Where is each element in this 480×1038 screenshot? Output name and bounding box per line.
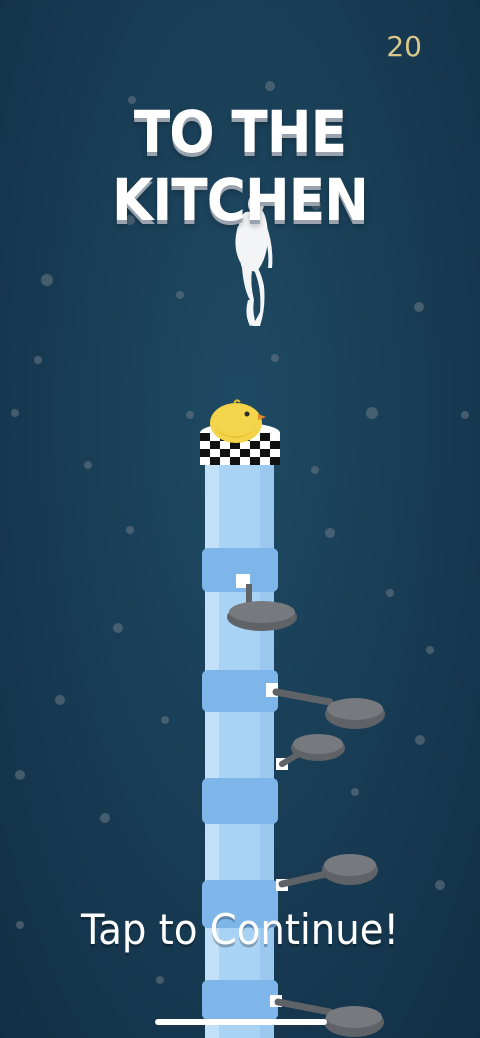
tower-band bbox=[202, 980, 278, 1020]
level-title: TO THE KITCHEN bbox=[111, 98, 369, 234]
home-indicator[interactable] bbox=[155, 1019, 327, 1025]
score-counter: 20 bbox=[386, 30, 422, 63]
frying-pan bbox=[266, 683, 385, 729]
tower-band bbox=[202, 778, 278, 824]
frying-pan bbox=[270, 995, 384, 1037]
tap-to-continue-prompt[interactable]: Tap to Continue! bbox=[19, 905, 461, 954]
frying-pan bbox=[276, 734, 345, 770]
frying-pan bbox=[276, 854, 378, 891]
